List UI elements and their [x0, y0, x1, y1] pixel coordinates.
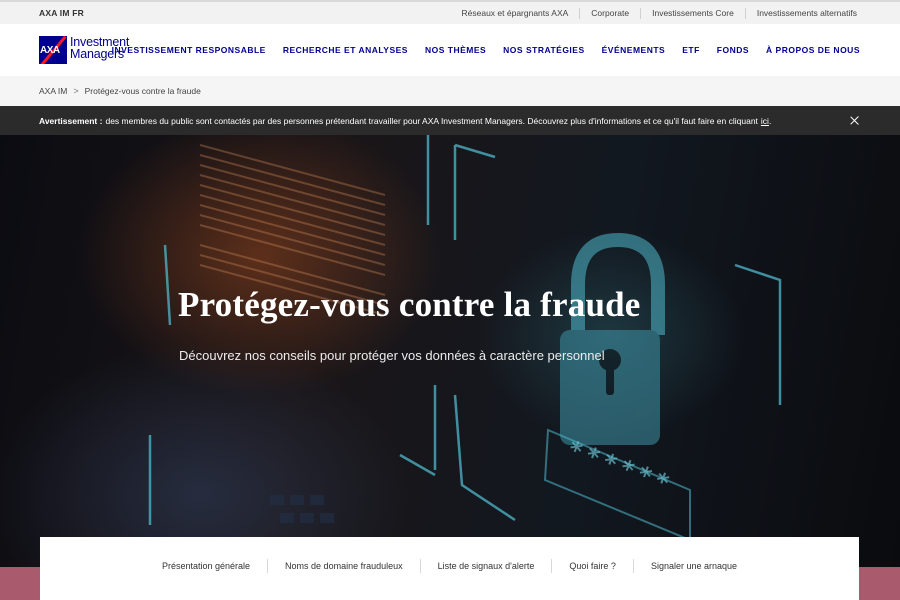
hero-banner: ****** Protégez-vous contre la fraude Dé… — [0, 135, 900, 567]
warning-label: Avertissement : — [39, 115, 103, 126]
tab-signaler-arnaque[interactable]: Signaler une arnaque — [632, 559, 754, 573]
chevron-right-icon: > — [73, 86, 79, 96]
tab-signaux-alerte[interactable]: Liste de signaux d'alerte — [419, 559, 552, 573]
hero-subtitle: Découvrez nos conseils pour protéger vos… — [179, 348, 605, 363]
tab-noms-domaine-frauduleux[interactable]: Noms de domaine frauduleux — [267, 559, 420, 573]
main-nav: INVESTISSEMENT RESPONSABLE RECHERCHE ET … — [95, 24, 860, 76]
utility-link-alternatifs[interactable]: Investissements alternatifs — [744, 7, 857, 19]
nav-investissement-responsable[interactable]: INVESTISSEMENT RESPONSABLE — [112, 45, 266, 55]
close-icon[interactable] — [849, 115, 860, 126]
nav-fonds[interactable]: FONDS — [717, 45, 749, 55]
breadcrumb-root[interactable]: AXA IM — [39, 86, 67, 96]
axa-logo-mark: AXA — [39, 36, 67, 64]
nav-evenements[interactable]: ÉVÉNEMENTS — [602, 45, 666, 55]
warning-end: . — [768, 115, 772, 126]
warning-link[interactable]: ici — [761, 116, 769, 126]
utility-links: Réseaux et épargnants AXA Corporate Inve… — [451, 2, 857, 24]
utility-link-core[interactable]: Investissements Core — [640, 7, 745, 19]
warning-text: des membres du public sont contactés par… — [105, 115, 758, 126]
breadcrumb: AXA IM > Protégez-vous contre la fraude — [0, 76, 900, 106]
utility-link-reseaux[interactable]: Réseaux et épargnants AXA — [451, 8, 580, 19]
tab-quoi-faire[interactable]: Quoi faire ? — [551, 559, 633, 573]
nav-nos-strategies[interactable]: NOS STRATÉGIES — [503, 45, 584, 55]
nav-recherche-analyses[interactable]: RECHERCHE ET ANALYSES — [283, 45, 408, 55]
hero-title: Protégez-vous contre la fraude — [178, 285, 641, 324]
breadcrumb-current: Protégez-vous contre la fraude — [84, 86, 201, 96]
main-header: AXA Investment Managers INVESTISSEMENT R… — [0, 24, 900, 76]
section-anchor-tabs: Présentation générale Noms de domaine fr… — [40, 537, 859, 600]
nav-etf[interactable]: ETF — [682, 45, 700, 55]
nav-a-propos[interactable]: À PROPOS DE NOUS — [766, 45, 860, 55]
tab-presentation-generale[interactable]: Présentation générale — [145, 559, 267, 573]
fraud-warning-banner: Avertissement : des membres du public so… — [0, 106, 900, 135]
utility-bar: AXA IM FR Réseaux et épargnants AXA Corp… — [0, 0, 900, 24]
nav-nos-themes[interactable]: NOS THÈMES — [425, 45, 486, 55]
site-region-label[interactable]: AXA IM FR — [39, 8, 84, 18]
utility-link-corporate[interactable]: Corporate — [579, 7, 640, 19]
